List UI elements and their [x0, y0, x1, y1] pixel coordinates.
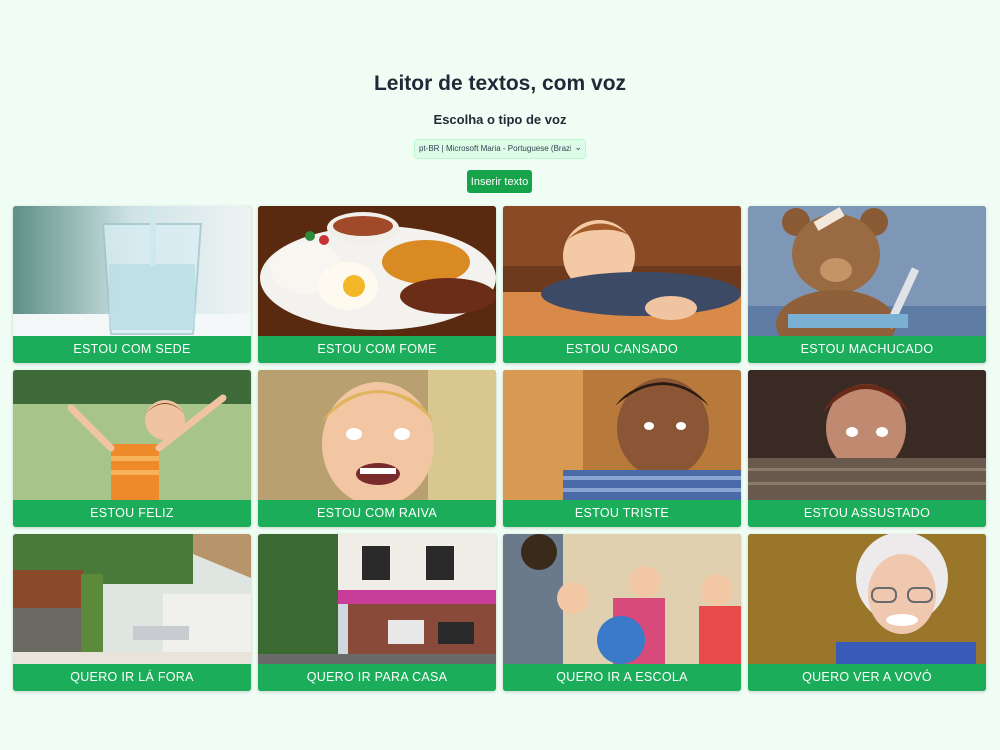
card-label: QUERO IR LÁ FORA	[13, 664, 251, 691]
card-label: ESTOU ASSUSTADO	[748, 500, 986, 527]
card-label: ESTOU MACHUCADO	[748, 336, 986, 363]
card-label: QUERO VER A VOVÓ	[748, 664, 986, 691]
voice-select-wrapper: pt-BR | Microsoft Maria - Portuguese (Br…	[414, 138, 586, 159]
card-label: ESTOU COM FOME	[258, 336, 496, 363]
card-label: ESTOU FELIZ	[13, 500, 251, 527]
phrase-card-go-to-school[interactable]: QUERO IR A ESCOLA	[503, 534, 741, 691]
page-title: Leitor de textos, com voz	[373, 72, 627, 95]
card-label: ESTOU TRISTE	[503, 500, 741, 527]
angry-child-image	[258, 370, 496, 500]
voice-select[interactable]: pt-BR | Microsoft Maria - Portuguese (Br…	[414, 138, 586, 159]
classroom-image	[503, 534, 741, 664]
card-label: ESTOU COM SEDE	[13, 336, 251, 363]
phrase-card-go-outside[interactable]: QUERO IR LÁ FORA	[13, 534, 251, 691]
phrase-card-tired[interactable]: ESTOU CANSADO	[503, 206, 741, 363]
plate-of-food-image	[258, 206, 496, 336]
tired-child-image	[503, 206, 741, 336]
card-label: QUERO IR PARA CASA	[258, 664, 496, 691]
card-label: QUERO IR A ESCOLA	[503, 664, 741, 691]
injured-teddy-bear-image	[748, 206, 986, 336]
phrase-card-sad[interactable]: ESTOU TRISTE	[503, 370, 741, 527]
phrase-card-hungry[interactable]: ESTOU COM FOME	[258, 206, 496, 363]
voice-select-heading: Escolha o tipo de voz	[433, 112, 567, 127]
glass-of-water-image	[13, 206, 251, 336]
card-label: ESTOU COM RAIVA	[258, 500, 496, 527]
phrase-card-happy[interactable]: ESTOU FELIZ	[13, 370, 251, 527]
scared-child-image	[748, 370, 986, 500]
phrase-card-hurt[interactable]: ESTOU MACHUCADO	[748, 206, 986, 363]
garden-image	[13, 534, 251, 664]
phrase-card-grid: ESTOU COM SEDE ESTOU COM FOME ESTOU CANS…	[13, 206, 987, 691]
phrase-card-scared[interactable]: ESTOU ASSUSTADO	[748, 370, 986, 527]
phrase-card-angry[interactable]: ESTOU COM RAIVA	[258, 370, 496, 527]
phrase-card-see-grandma[interactable]: QUERO VER A VOVÓ	[748, 534, 986, 691]
phrase-card-thirsty[interactable]: ESTOU COM SEDE	[13, 206, 251, 363]
house-image	[258, 534, 496, 664]
sad-child-image	[503, 370, 741, 500]
happy-child-image	[13, 370, 251, 500]
grandmother-image	[748, 534, 986, 664]
insert-text-button[interactable]: Inserir texto	[467, 170, 532, 193]
phrase-card-go-home[interactable]: QUERO IR PARA CASA	[258, 534, 496, 691]
card-label: ESTOU CANSADO	[503, 336, 741, 363]
